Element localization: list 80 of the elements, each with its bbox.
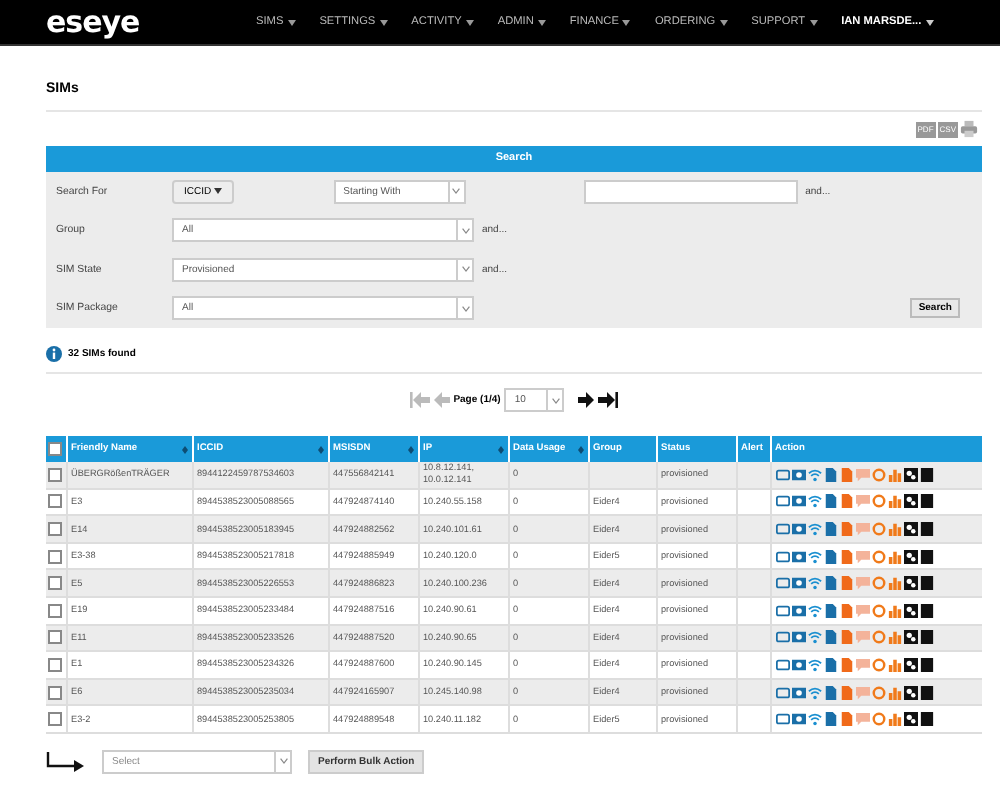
gears-icon[interactable] [903,494,917,509]
arrow-icon [46,751,86,772]
row-checkbox[interactable] [48,657,62,672]
camera-icon[interactable] [791,630,805,645]
chevron-icon [461,266,469,273]
gears-icon[interactable] [903,630,917,645]
row-checkbox[interactable] [48,712,62,727]
gears-icon[interactable] [903,521,917,536]
row-checkbox[interactable] [48,685,62,700]
camera-icon[interactable] [791,576,805,591]
next-page-icon[interactable] [578,392,595,408]
sort-icon[interactable] [407,445,413,453]
camera-icon[interactable] [791,549,805,564]
chevron-icon [461,305,469,312]
gears-icon[interactable] [903,467,917,482]
row-checkbox[interactable] [48,467,62,482]
select-all-checkbox[interactable] [48,442,62,456]
row-checkbox[interactable] [48,576,62,591]
search-input[interactable] [583,179,798,204]
gears-icon[interactable] [903,576,917,591]
first-page-icon[interactable] [409,392,430,408]
caret-icon [465,19,474,25]
camera-icon[interactable] [791,685,805,700]
camera-icon[interactable] [791,494,805,509]
gears-icon[interactable] [903,603,917,618]
chevron-icon [551,397,560,403]
previous-page-icon[interactable] [433,392,450,408]
camera-icon[interactable] [791,657,805,672]
gears-icon[interactable] [903,685,917,700]
wifi-icon[interactable] [807,576,821,591]
square-icon[interactable] [919,576,933,591]
square-icon[interactable] [919,685,933,700]
square-icon[interactable] [919,494,933,509]
chevron-icon [452,188,461,195]
wifi-icon[interactable] [807,685,821,700]
caret-icon [925,19,934,25]
wifi-icon[interactable] [807,467,821,482]
sort-icon[interactable] [497,445,503,453]
wifi-icon[interactable] [807,712,821,727]
row-checkbox[interactable] [48,603,62,618]
wifi-icon[interactable] [807,657,821,672]
caret-icon [719,19,728,25]
wifi-icon[interactable] [807,630,821,645]
chevron-icon [461,227,469,234]
square-icon[interactable] [919,603,933,618]
camera-icon[interactable] [791,712,805,727]
sort-icon[interactable] [181,445,187,453]
caret-icon [622,19,631,25]
row-checkbox[interactable] [48,521,62,536]
sort-icon[interactable] [577,445,583,453]
square-icon[interactable] [919,657,933,672]
wifi-icon[interactable] [807,521,821,536]
info-icon [46,346,62,362]
caret-icon [379,19,388,25]
wifi-icon[interactable] [807,494,821,509]
wifi-icon[interactable] [807,549,821,564]
caret-icon [213,188,222,195]
gears-icon[interactable] [903,712,917,727]
square-icon[interactable] [919,467,933,482]
row-checkbox[interactable] [48,494,62,509]
row-checkbox[interactable] [48,630,62,645]
square-icon[interactable] [919,712,933,727]
gears-icon[interactable] [903,657,917,672]
gears-icon[interactable] [903,549,917,564]
square-icon[interactable] [919,549,933,564]
wifi-icon[interactable] [807,603,821,618]
camera-icon[interactable] [791,603,805,618]
sort-icon[interactable] [317,445,323,453]
caret-icon [537,19,546,25]
caret-icon [809,19,818,25]
logo[interactable]: eseye [46,7,256,37]
square-icon[interactable] [919,630,933,645]
camera-icon[interactable] [791,521,805,536]
chevron-icon [279,758,287,765]
square-icon[interactable] [919,521,933,536]
row-checkbox[interactable] [48,549,62,564]
last-page-icon[interactable] [598,392,619,408]
printer-icon[interactable] [960,120,978,138]
camera-icon[interactable] [791,467,805,482]
caret-icon [287,19,296,25]
